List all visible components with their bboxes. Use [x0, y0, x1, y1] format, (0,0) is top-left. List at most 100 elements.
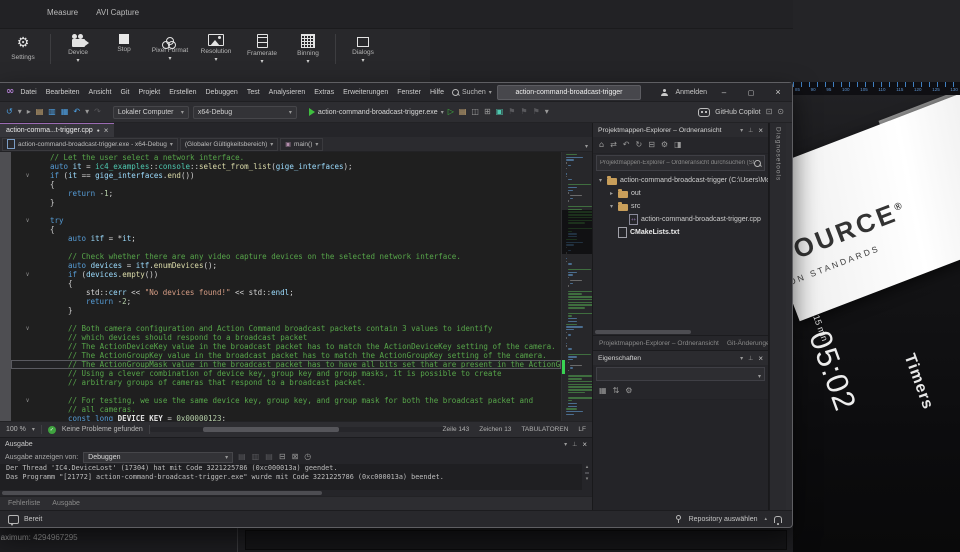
tabs-indicator[interactable]: TABULATOREN: [521, 426, 568, 433]
bgapp-toolbar-button[interactable]: Binning ▾: [285, 34, 331, 65]
dropdown-caret-icon[interactable]: ▾: [76, 58, 79, 64]
pin-icon[interactable]: [572, 441, 577, 448]
toolbar-icon[interactable]: ⊞: [484, 108, 491, 116]
horizontal-scrollbar[interactable]: [150, 427, 445, 432]
panel-tab[interactable]: Ausgabe: [52, 500, 80, 507]
zoom-level[interactable]: 100 %: [6, 426, 26, 433]
menu-item[interactable]: Extras: [314, 89, 334, 96]
menu-item[interactable]: Hilfe: [430, 89, 444, 96]
solution-explorer-toolbar-icon[interactable]: ⌂: [599, 141, 604, 149]
toolbar-icon[interactable]: ▤: [36, 108, 44, 116]
pin-icon[interactable]: [748, 127, 753, 134]
code-area[interactable]: // Let the user select a network interfa…: [11, 152, 561, 421]
tree-horizontal-scrollbar[interactable]: [593, 329, 768, 335]
properties-toolbar-icon[interactable]: ▦: [599, 387, 607, 395]
output-toolbar-icon[interactable]: ▥: [252, 453, 260, 461]
tree-item[interactable]: ▾ action-command-broadcast-trigger (C:\U…: [593, 174, 768, 187]
output-toolbar-icon[interactable]: ⊠: [292, 453, 299, 461]
notifications-bell-icon[interactable]: [774, 516, 782, 523]
properties-toolbar-icon[interactable]: ⇅: [613, 387, 620, 395]
feedback-icon[interactable]: [8, 515, 19, 524]
copilot-label[interactable]: GitHub Copilot: [715, 109, 761, 116]
menu-item[interactable]: Ansicht: [89, 89, 112, 96]
tab-close-icon[interactable]: [104, 126, 109, 135]
expand-arrow-icon[interactable]: ▾: [608, 203, 615, 210]
menu-item[interactable]: Debuggen: [206, 89, 238, 96]
fold-marker[interactable]: ∨: [11, 324, 44, 333]
dropdown-caret-icon[interactable]: ▾: [306, 59, 309, 65]
minimap-viewport[interactable]: [562, 210, 592, 254]
toolbar-icon[interactable]: ▾: [18, 108, 22, 116]
bgapp-toolbar-button[interactable]: Settings ▾: [0, 34, 46, 69]
output-toolbar-icon[interactable]: ▤: [238, 453, 246, 461]
select-repository-button[interactable]: Repository auswählen: [689, 516, 758, 523]
fold-marker[interactable]: ∨: [11, 396, 44, 405]
toolbar-icon[interactable]: ▤: [459, 108, 467, 116]
toolbar-icon[interactable]: ◫: [471, 108, 479, 116]
fold-marker[interactable]: ∨: [11, 270, 44, 279]
scroll-down-icon[interactable]: [586, 476, 589, 482]
bgapp-toolbar-button[interactable]: Stop ▾: [101, 34, 147, 61]
solution-explorer-toolbar-icon[interactable]: ⚙: [661, 141, 668, 149]
chevron-down-icon[interactable]: [564, 441, 567, 448]
properties-object-dropdown[interactable]: [596, 367, 765, 381]
bgapp-toolbar-button[interactable]: Framerate ▾: [239, 34, 285, 65]
minimize-button[interactable]: [714, 88, 734, 97]
fold-marker[interactable]: ∨: [11, 171, 44, 180]
diagnostics-tool-tab[interactable]: Diagnosetools: [775, 127, 782, 510]
problems-label[interactable]: Keine Probleme gefunden: [62, 426, 143, 433]
menu-item[interactable]: Datei: [20, 89, 36, 96]
output-toolbar-icon[interactable]: ◷: [304, 453, 311, 461]
toolbar-icon[interactable]: ⊙: [777, 108, 784, 116]
dropdown-caret-icon[interactable]: ▾: [361, 58, 364, 64]
solution-explorer-toolbar-icon[interactable]: ⊟: [648, 141, 655, 149]
bgapp-toolbar-button[interactable]: Dialogs ▾: [335, 34, 386, 64]
output-source-dropdown[interactable]: Debuggen: [83, 452, 233, 463]
solution-explorer-toolbar-icon[interactable]: ↶: [623, 141, 630, 149]
expand-arrow-icon[interactable]: ▾: [597, 177, 604, 184]
minimap[interactable]: [562, 152, 592, 421]
toolbar-icon[interactable]: ▣: [496, 108, 504, 116]
chevron-down-icon[interactable]: [740, 127, 743, 134]
menu-item[interactable]: Analysieren: [269, 89, 306, 96]
project-dropdown[interactable]: action-command-broadcast-trigger.exe - x…: [2, 138, 178, 151]
scroll-up-icon[interactable]: [586, 464, 589, 470]
scrollbar-thumb[interactable]: [585, 472, 589, 474]
dropdown-caret-icon[interactable]: ▾: [260, 59, 263, 65]
solution-explorer-toolbar-icon[interactable]: ◨: [674, 141, 682, 149]
search-control[interactable]: Suchen: [452, 89, 492, 96]
toolbar-icon[interactable]: ⚑: [533, 108, 540, 116]
output-log[interactable]: Der Thread 'IC4.DeviceLost' (17304) hat …: [0, 464, 582, 490]
output-horizontal-scrollbar[interactable]: [0, 490, 582, 496]
menu-item[interactable]: Bearbeiten: [46, 89, 80, 96]
fold-marker[interactable]: ∨: [11, 216, 44, 225]
column-indicator[interactable]: Zeichen 13: [479, 426, 511, 433]
startup-target-dropdown[interactable]: Lokaler Computer: [113, 106, 189, 119]
line-indicator[interactable]: Zeile 143: [443, 426, 470, 433]
close-icon[interactable]: [758, 126, 763, 135]
panel-tab[interactable]: Fehlerliste: [8, 500, 40, 507]
scope-dropdown[interactable]: (Globaler Gültigkeitsbereich): [180, 138, 278, 151]
tree-item[interactable]: ▸ out: [593, 187, 768, 200]
document-tab[interactable]: action-comma...t-trigger.cpp: [0, 122, 114, 137]
toolbar-icon[interactable]: ▾: [545, 108, 549, 116]
titlebar-search-value[interactable]: action-command-broadcast-trigger: [497, 85, 641, 100]
menu-item[interactable]: Erstellen: [169, 89, 196, 96]
close-icon[interactable]: [582, 440, 587, 449]
panel-tab[interactable]: Projektmappen-Explorer – Ordneransicht: [599, 340, 719, 347]
toolbar-icon[interactable]: ▸: [27, 108, 31, 116]
start-debugging-button[interactable]: action-command-broadcast-trigger.exe: [309, 108, 444, 116]
toolbar-icon[interactable]: ▷: [448, 108, 454, 116]
output-toolbar-icon[interactable]: ▤: [265, 453, 273, 461]
tree-item[interactable]: action-command-broadcast-trigger.cpp: [593, 213, 768, 226]
dropdown-caret-icon[interactable]: ▾: [214, 57, 217, 63]
toolbar-icon[interactable]: ↷: [94, 108, 101, 116]
configuration-dropdown[interactable]: x64-Debug: [193, 106, 297, 119]
bgapp-menu-item[interactable]: AVI Capture: [96, 8, 139, 17]
solution-explorer-toolbar-icon[interactable]: ↻: [635, 141, 642, 149]
pin-icon[interactable]: [748, 355, 753, 362]
properties-toolbar-icon[interactable]: ⚙: [625, 387, 632, 395]
toolbar-icon[interactable]: ⊡: [766, 108, 773, 116]
solution-explorer-toolbar-icon[interactable]: ⇄: [610, 141, 617, 149]
toolbar-icon[interactable]: ▥: [48, 108, 56, 116]
